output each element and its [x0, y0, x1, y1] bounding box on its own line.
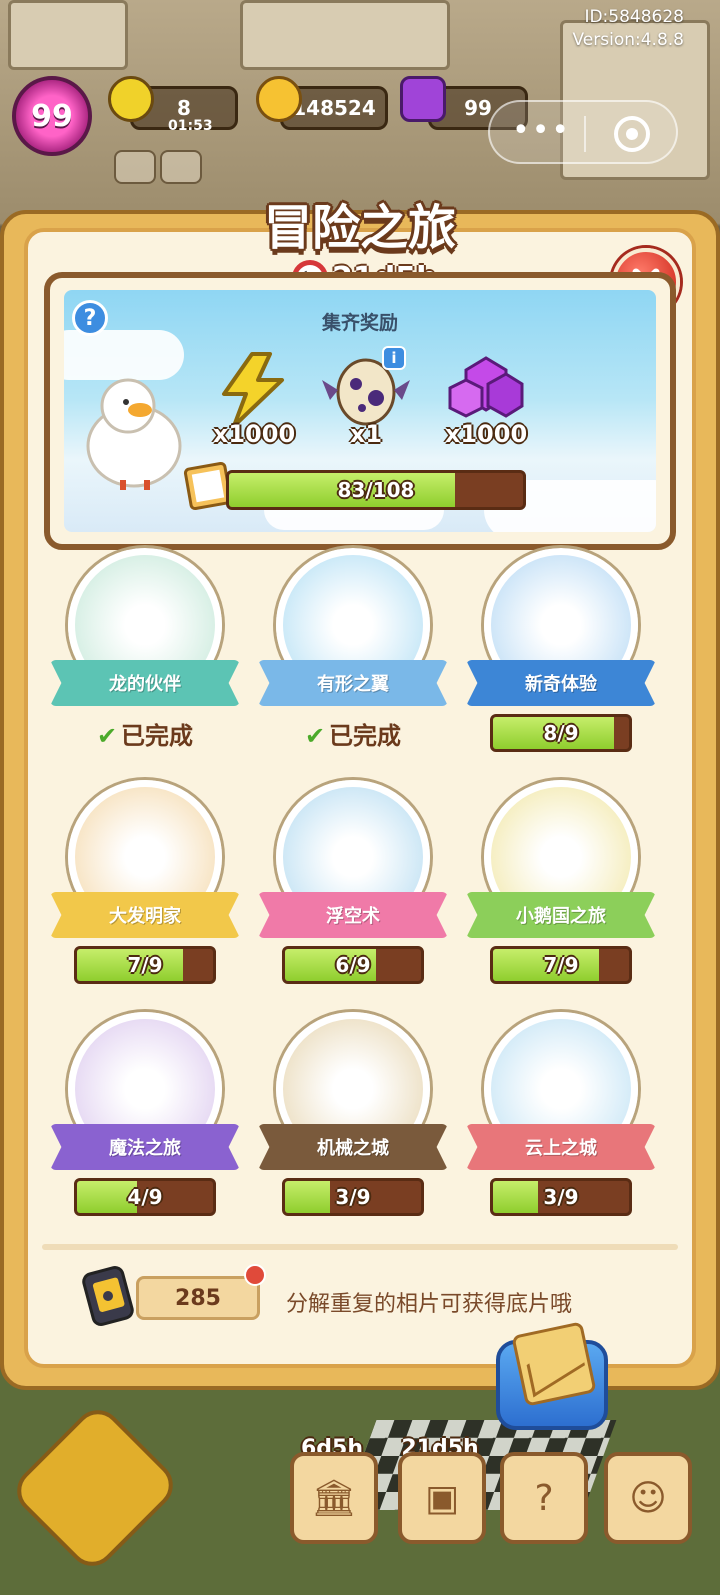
miniprogram-capsule: ••• [488, 100, 678, 164]
capsule-divider [584, 116, 586, 152]
film-count: 285 [136, 1276, 260, 1320]
album-status-text: 已完成 [329, 722, 402, 750]
album-progress-text: 8/9 [543, 721, 579, 745]
column-icon: 🏛 [311, 1478, 357, 1519]
album-name: 机械之城 [258, 1124, 448, 1170]
character-button[interactable]: ☺ [604, 1452, 692, 1544]
question-gear-icon: ? [534, 1477, 554, 1519]
album-progress-bar: 8/9 [490, 714, 632, 752]
version-text: Version:4.8.8 [572, 30, 685, 50]
album-card[interactable]: 魔法之旅 4/9 [50, 1012, 240, 1232]
reward-energy-qty: x1000 [212, 420, 296, 448]
lightning-icon [222, 352, 284, 428]
more-icon[interactable]: ••• [512, 116, 571, 146]
album-completed: ✔ 已完成 [50, 716, 240, 751]
museum-button[interactable]: 🏛 [290, 1452, 378, 1544]
play-arrow-button[interactable] [7, 1400, 183, 1576]
ghost-icon: ☺ [629, 1477, 667, 1519]
album-card[interactable]: 浮空术 6/9 [258, 780, 448, 1000]
background-building [240, 0, 450, 70]
total-progress-bar: 83/108 [226, 470, 526, 510]
reward-energy: x1000 [204, 350, 304, 450]
album-card[interactable]: 云上之城 3/9 [466, 1012, 656, 1232]
album-progress-bar: 7/9 [74, 946, 216, 984]
album-progress-bar: 3/9 [490, 1178, 632, 1216]
album-name: 云上之城 [466, 1124, 656, 1170]
user-id-text: ID:5848628 [584, 7, 684, 27]
close-miniprogram-icon[interactable] [614, 116, 650, 152]
album-name: 龙的伙伴 [50, 660, 240, 706]
background-building [8, 0, 128, 70]
film-tip-text: 分解重复的相片可获得底片哦 [286, 1292, 573, 1317]
album-status-text: 已完成 [121, 722, 194, 750]
mail-button[interactable] [160, 150, 202, 184]
album-card[interactable]: 新奇体验 8/9 [466, 548, 656, 768]
collect-reward-title: 集齐奖励 [321, 312, 398, 334]
settings-button[interactable] [114, 150, 156, 184]
energy-timer: 01:53 [168, 118, 213, 134]
gem-icon [400, 76, 446, 122]
gem-icon [448, 356, 524, 418]
album-progress-text: 7/9 [127, 953, 163, 977]
total-progress-text: 83/108 [337, 478, 415, 502]
notification-dot [244, 1264, 266, 1286]
bottom-nav: 6d5h 🏛 21d5h ▣ ? ☺ [0, 1388, 720, 1595]
album-button[interactable]: ▣ [398, 1452, 486, 1544]
footer-divider [42, 1244, 678, 1250]
build-info: ID:5848628 Version:4.8.8 [573, 6, 685, 52]
album-progress-text: 3/9 [335, 1185, 371, 1209]
mystery-button[interactable]: ? [500, 1452, 588, 1544]
album-card[interactable]: 龙的伙伴 ✔ 已完成 [50, 548, 240, 768]
album-progress-bar: 7/9 [490, 946, 632, 984]
album-progress-text: 3/9 [543, 1185, 579, 1209]
album-progress-text: 6/9 [335, 953, 371, 977]
album-name: 浮空术 [258, 892, 448, 938]
banner-sky: ? 集齐奖励 x1000 x1 i x1000 83/108 [64, 290, 656, 532]
album-name: 魔法之旅 [50, 1124, 240, 1170]
panel-title: 冒险之旅 [263, 200, 456, 256]
album-card[interactable]: 有形之翼 ✔ 已完成 [258, 548, 448, 768]
album-completed: ✔ 已完成 [258, 716, 448, 751]
album-card[interactable]: 机械之城 3/9 [258, 1012, 448, 1232]
collection-reward-banner: ? 集齐奖励 x1000 x1 i x1000 83/108 [44, 272, 676, 550]
album-progress-text: 4/9 [127, 1185, 163, 1209]
album-card[interactable]: 小鹅国之旅 7/9 [466, 780, 656, 1000]
reward-egg-qty: x1 [349, 420, 383, 448]
goose-mascot [86, 378, 182, 490]
album-name: 新奇体验 [466, 660, 656, 706]
player-level-badge[interactable]: 99 [12, 76, 92, 156]
album-progress-bar: 6/9 [282, 946, 424, 984]
album-card[interactable]: 大发明家 7/9 [50, 780, 240, 1000]
album-name: 有形之翼 [258, 660, 448, 706]
reward-gems: x1000 [436, 350, 536, 450]
photo-icon: ▣ [424, 1477, 459, 1519]
album-progress-bar: 4/9 [74, 1178, 216, 1216]
coin-icon [256, 76, 302, 122]
info-icon[interactable]: i [382, 346, 406, 370]
checkmark-icon: ✔ [96, 722, 118, 750]
album-name: 小鹅国之旅 [466, 892, 656, 938]
album-progress-bar: 3/9 [282, 1178, 424, 1216]
checkmark-icon: ✔ [304, 722, 326, 750]
reward-gems-qty: x1000 [444, 420, 528, 448]
lightning-icon [108, 76, 154, 122]
album-name: 大发明家 [50, 892, 240, 938]
album-progress-text: 7/9 [543, 953, 579, 977]
